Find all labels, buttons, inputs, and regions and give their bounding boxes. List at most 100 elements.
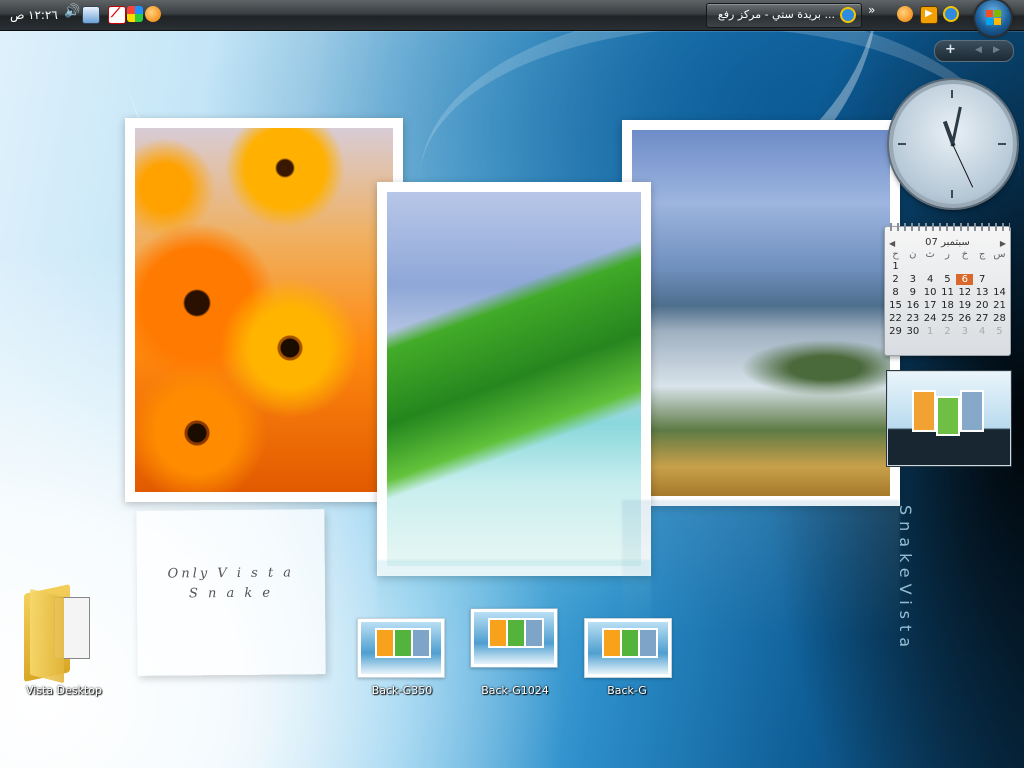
calendar-day[interactable]: 20: [974, 300, 991, 311]
calendar-day[interactable]: 23: [904, 313, 921, 324]
calendar-weekday: ح: [892, 249, 899, 260]
desktop-icon-label[interactable]: Back-G1024: [450, 684, 580, 697]
slideshow-thumb: [960, 390, 984, 432]
calendar-day[interactable]: 3: [956, 326, 973, 337]
calendar-week-row: 8 9 10 11 12 13 14: [887, 287, 1008, 298]
calendar-day[interactable]: 15: [887, 300, 904, 311]
desktop-icon-back-g1024[interactable]: [470, 608, 558, 668]
desktop-icon-back-g350[interactable]: [357, 618, 445, 678]
image-file-icon: [470, 608, 558, 668]
desktop-icon-label[interactable]: Vista Desktop: [4, 684, 124, 697]
calendar-day[interactable]: 2: [939, 326, 956, 337]
taskbar-window-button[interactable]: بريدة ستي - مركز رفع ...: [706, 3, 862, 28]
taskbar-window-title: بريدة ستي - مركز رفع ...: [717, 8, 835, 21]
calendar-next-button[interactable]: ▶: [1000, 239, 1006, 248]
calendar-day[interactable]: 10: [922, 287, 939, 298]
calendar-day[interactable]: 5: [939, 274, 956, 285]
calendar-day[interactable]: 9: [904, 287, 921, 298]
calendar-day[interactable]: 26: [956, 313, 973, 324]
image-file-icon: [584, 618, 672, 678]
start-button[interactable]: [975, 0, 1011, 36]
calendar-day[interactable]: 24: [922, 313, 939, 324]
network-icon[interactable]: [82, 6, 100, 24]
desktop[interactable]: Only V i s t a S n a k e SnakeVista Vist…: [0, 0, 1024, 768]
calendar-day[interactable]: 21: [991, 300, 1008, 311]
sidebar-prev-button[interactable]: ◀: [975, 45, 982, 55]
calendar-day[interactable]: 12: [956, 287, 973, 298]
taskbar-overflow-chevron[interactable]: »: [868, 3, 875, 17]
calendar-day[interactable]: 8: [887, 287, 904, 298]
tray-clock-time[interactable]: ١٢:٢٦: [28, 8, 58, 22]
tray-clock-ampm[interactable]: ص: [10, 8, 25, 22]
slideshow-thumb: [912, 390, 936, 432]
folder-icon-vista-desktop[interactable]: [24, 583, 90, 684]
calendar-day[interactable]: 17: [922, 300, 939, 311]
volume-icon[interactable]: 🔊: [64, 4, 80, 20]
calendar-day[interactable]: 4: [922, 274, 939, 285]
tray-app-icon[interactable]: [145, 6, 161, 22]
calendar-day[interactable]: 5: [991, 326, 1008, 337]
calendar-week-row: 15 16 17 18 19 20 21: [887, 300, 1008, 311]
calendar-day[interactable]: 30: [904, 326, 921, 337]
windows-logo-icon: [986, 10, 993, 17]
calendar-day[interactable]: 14: [991, 287, 1008, 298]
calendar-day[interactable]: 7: [974, 274, 991, 285]
antivirus-icon[interactable]: ⟋: [108, 6, 126, 24]
sidebar-add-button[interactable]: +: [945, 42, 956, 57]
calendar-day: [991, 261, 1008, 272]
calendar-day[interactable]: 2: [887, 274, 904, 285]
media-player-icon[interactable]: ▶: [920, 6, 938, 24]
wallpaper-photo-palm: [377, 182, 651, 576]
clock-gadget[interactable]: [889, 80, 1017, 208]
desktop-icon-label[interactable]: Back-G350: [337, 684, 467, 697]
calendar-day[interactable]: 11: [939, 287, 956, 298]
calendar-gadget[interactable]: ◀ سبتمبر 07 ▶ حنثرخجس 1 2 3 4 5 6 7 8 9 10 11 12 13 1…: [884, 223, 1011, 356]
wallpaper-photo-river: [622, 120, 900, 506]
calendar-day[interactable]: 19: [956, 300, 973, 311]
windows-logo-icon: [994, 18, 1001, 25]
windows-logo-icon: [994, 10, 1001, 17]
calendar-day: [904, 261, 921, 272]
calendar-day: [956, 261, 973, 272]
calendar-day: [922, 261, 939, 272]
internet-explorer-icon[interactable]: [943, 6, 959, 22]
note-line: S n a k e: [188, 585, 274, 602]
note-line: Only V i s t a: [167, 565, 295, 582]
calendar-day[interactable]: 3: [904, 274, 921, 285]
wallpaper-note-card: Only V i s t a S n a k e: [136, 509, 326, 676]
calendar-day[interactable]: 28: [991, 313, 1008, 324]
calendar-day[interactable]: 16: [904, 300, 921, 311]
calendar-weekday: ن: [909, 249, 917, 260]
quicklaunch-app-icon[interactable]: [897, 6, 913, 22]
calendar-day[interactable]: 22: [887, 313, 904, 324]
image-file-icon: [357, 618, 445, 678]
clock-tick: [951, 90, 953, 98]
calendar-month-header: سبتمبر 07: [925, 237, 970, 248]
calendar-day: [939, 261, 956, 272]
calendar-day[interactable]: 18: [939, 300, 956, 311]
calendar-day[interactable]: 4: [974, 326, 991, 337]
sidebar-controls: + ◀ ▶: [934, 40, 1014, 62]
calendar-weekday: ث: [925, 249, 935, 260]
calendar-day[interactable]: 6: [956, 274, 974, 285]
taskbar: ص ١٢:٢٦ 🔊 ⟋ بريدة ستي - مركز رفع ... » ▶: [0, 0, 1024, 36]
sidebar-next-button[interactable]: ▶: [993, 45, 1000, 55]
calendar-weekday: ر: [945, 249, 950, 260]
wallpaper-side-text: SnakeVista: [896, 505, 915, 654]
calendar-week-row: 1: [887, 261, 1008, 272]
desktop-icon-back-g[interactable]: [584, 618, 672, 678]
calendar-day[interactable]: 29: [887, 326, 904, 337]
calendar-weekday: ج: [978, 249, 986, 260]
clock-second-hand: [952, 143, 974, 188]
calendar-day[interactable]: 25: [939, 313, 956, 324]
calendar-day: [974, 261, 991, 272]
internet-explorer-icon: [840, 7, 856, 23]
calendar-week-row: 29 30 1 2 3 4 5: [887, 326, 1008, 337]
calendar-day[interactable]: 27: [974, 313, 991, 324]
calendar-day[interactable]: 1: [922, 326, 939, 337]
tray-app-icon[interactable]: [127, 6, 143, 22]
slideshow-gadget[interactable]: [887, 371, 1011, 466]
calendar-day[interactable]: 1: [887, 261, 904, 272]
calendar-day[interactable]: 13: [974, 287, 991, 298]
desktop-icon-label[interactable]: Back-G: [562, 684, 692, 697]
